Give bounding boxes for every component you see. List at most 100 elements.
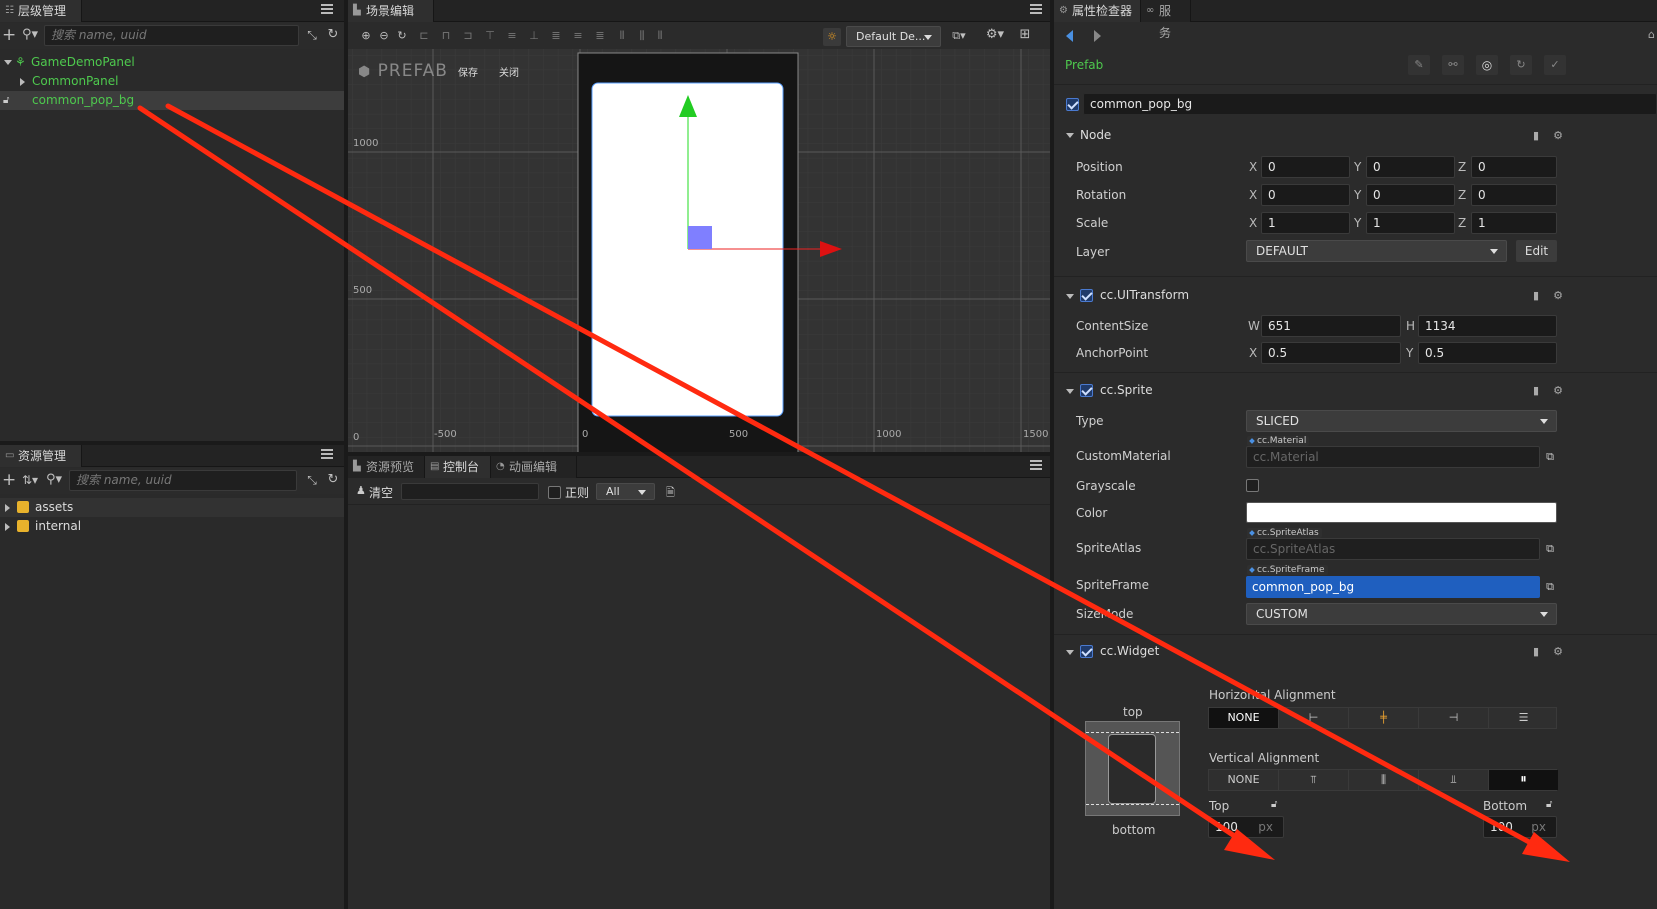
- uitransform-toggle-icon[interactable]: [1066, 294, 1074, 299]
- distribute-center-icon[interactable]: ⫼: [636, 29, 648, 43]
- distribute-left-icon[interactable]: ⫴: [616, 29, 628, 43]
- align-top-icon[interactable]: ⊤: [484, 29, 496, 43]
- v-align-none[interactable]: NONE: [1209, 770, 1279, 790]
- forward-icon[interactable]: [1094, 30, 1101, 42]
- top-margin-input[interactable]: 100 px: [1208, 816, 1284, 838]
- hierarchy-menu-icon[interactable]: [321, 4, 333, 16]
- align-right-icon[interactable]: ⊐: [462, 29, 474, 43]
- lighting-icon[interactable]: ☼: [823, 28, 841, 46]
- sprite-toggle-icon[interactable]: [1066, 389, 1074, 394]
- v-align-top-icon[interactable]: ⫪: [1279, 770, 1349, 790]
- v-align-bottom-icon[interactable]: ⫫: [1419, 770, 1489, 790]
- uitransform-enabled-checkbox[interactable]: [1080, 289, 1093, 302]
- bottom-lock-icon[interactable]: 🔓︎: [1546, 799, 1552, 810]
- tab-hierarchy[interactable]: ☷ 层级管理器: [0, 0, 82, 40]
- log-file-icon[interactable]: 🗎︎: [666, 484, 675, 503]
- uitransform-title[interactable]: cc.UITransform: [1100, 288, 1189, 302]
- tree-row-assets[interactable]: assets: [0, 498, 344, 517]
- asset-picker-icon[interactable]: ⧉: [1544, 451, 1556, 463]
- layer-edit-button[interactable]: Edit: [1516, 240, 1557, 262]
- tab-assets[interactable]: ▭ 资源管理器: [0, 445, 82, 485]
- camera-icon[interactable]: ⧉▾: [948, 29, 970, 43]
- widget-title[interactable]: cc.Widget: [1100, 644, 1159, 658]
- component-settings-icon[interactable]: ⚙: [1552, 130, 1564, 142]
- widget-toggle-icon[interactable]: [1066, 650, 1074, 655]
- node-section-title[interactable]: Node: [1080, 128, 1111, 142]
- assets-menu-icon[interactable]: [321, 449, 333, 461]
- settings-icon[interactable]: ⚙▾: [984, 28, 1006, 42]
- lock-icon[interactable]: 🔓︎: [3, 91, 9, 110]
- grayscale-checkbox[interactable]: [1246, 479, 1259, 492]
- tab-services[interactable]: ∞ 服务: [1141, 0, 1191, 40]
- scene-menu-icon[interactable]: [1030, 4, 1042, 16]
- collapse-arrow-icon[interactable]: [5, 504, 10, 512]
- camera-select[interactable]: Default De...: [846, 26, 941, 47]
- node-active-checkbox[interactable]: [1066, 98, 1079, 111]
- distribute-middle-icon[interactable]: ≡: [572, 29, 584, 43]
- help-book-icon[interactable]: ▮: [1530, 646, 1542, 658]
- prefab-apply-icon[interactable]: ✓: [1544, 55, 1566, 75]
- content-height-input[interactable]: 1134: [1418, 315, 1557, 337]
- align-left-icon[interactable]: ⊏: [418, 29, 430, 43]
- tab-scene[interactable]: ▙ 场景编辑器: [348, 0, 434, 40]
- log-level-select[interactable]: All: [596, 483, 655, 500]
- distribute-top-icon[interactable]: ≣: [550, 29, 562, 43]
- node-section-toggle-icon[interactable]: [1066, 133, 1074, 138]
- prefab-unlink-icon[interactable]: ⚯: [1442, 55, 1464, 75]
- refresh-icon[interactable]: ↻: [326, 28, 340, 42]
- rotation-z-input[interactable]: 0: [1471, 184, 1557, 206]
- sort-icon[interactable]: ⇅▾: [20, 473, 40, 487]
- pin-icon[interactable]: ⌂: [1648, 28, 1657, 41]
- zoom-out-icon[interactable]: ⊖: [378, 29, 390, 43]
- expand-arrow-icon[interactable]: [4, 60, 12, 65]
- tab-asset-preview[interactable]: ▙ 资源预览: [348, 456, 425, 478]
- size-mode-select[interactable]: CUSTOM: [1246, 603, 1557, 625]
- splitter-horizontal-center[interactable]: [348, 452, 1050, 456]
- component-settings-icon[interactable]: ⚙: [1552, 385, 1564, 397]
- color-swatch[interactable]: [1246, 502, 1557, 523]
- asset-picker-icon[interactable]: ⧉: [1544, 581, 1556, 593]
- help-book-icon[interactable]: ▮: [1530, 385, 1542, 397]
- scene-viewport[interactable]: ⬢ PREFAB 保存 关闭 1000 500 0 -500 0 500 100…: [348, 49, 1050, 452]
- v-align-middle-icon[interactable]: ⫼: [1349, 770, 1419, 790]
- rotation-x-input[interactable]: 0: [1261, 184, 1350, 206]
- sprite-title[interactable]: cc.Sprite: [1100, 383, 1153, 397]
- zoom-in-icon[interactable]: ⊕: [360, 29, 372, 43]
- console-menu-icon[interactable]: [1030, 460, 1042, 472]
- prefab-locate-icon[interactable]: ◎: [1476, 55, 1498, 75]
- top-lock-icon[interactable]: 🔓︎: [1271, 799, 1277, 810]
- widget-enabled-checkbox[interactable]: [1080, 645, 1093, 658]
- clear-button[interactable]: 清空: [369, 484, 393, 501]
- h-align-right-icon[interactable]: ⊣: [1419, 708, 1489, 728]
- add-asset-icon[interactable]: +: [2, 472, 16, 489]
- widget-preview[interactable]: [1085, 721, 1180, 816]
- tab-animation-editor[interactable]: ◔ 动画编辑器: [491, 456, 577, 496]
- splitter-horizontal-left[interactable]: [0, 441, 344, 445]
- search-type-icon[interactable]: ⚲▾: [44, 473, 64, 487]
- align-center-h-icon[interactable]: ⊓: [440, 29, 452, 43]
- position-x-input[interactable]: 0: [1261, 156, 1350, 178]
- sprite-atlas-field[interactable]: cc.SpriteAtlas: [1246, 538, 1540, 560]
- back-icon[interactable]: [1066, 30, 1073, 42]
- help-book-icon[interactable]: ▮: [1530, 290, 1542, 302]
- tree-row-gamedemopanel[interactable]: ⚘ GameDemoPanel: [0, 53, 344, 72]
- anchor-y-input[interactable]: 0.5: [1418, 342, 1557, 364]
- hierarchy-search-input[interactable]: 搜索 name, uuid: [44, 25, 299, 46]
- sprite-frame-field[interactable]: common_pop_bg: [1246, 576, 1540, 598]
- custom-material-field[interactable]: cc.Material: [1246, 446, 1540, 468]
- anchor-x-input[interactable]: 0.5: [1261, 342, 1401, 364]
- reset-view-icon[interactable]: ↻: [396, 29, 408, 43]
- distribute-right-icon[interactable]: ⫴: [654, 29, 666, 43]
- v-align-stretch-icon[interactable]: ⏸: [1489, 770, 1558, 790]
- close-prefab-button[interactable]: 关闭: [499, 64, 519, 79]
- refresh-icon[interactable]: ↻: [326, 473, 340, 487]
- tab-console[interactable]: ▤ 控制台: [425, 456, 491, 478]
- collapse-arrow-icon[interactable]: [5, 523, 10, 531]
- h-align-stretch-icon[interactable]: ☰: [1489, 708, 1558, 728]
- layout-icon[interactable]: ⊞: [1018, 28, 1032, 42]
- node-name-input[interactable]: common_pop_bg: [1083, 93, 1657, 115]
- save-prefab-button[interactable]: 保存: [458, 64, 478, 79]
- tree-row-internal[interactable]: internal: [0, 517, 344, 536]
- collapse-arrow-icon[interactable]: [20, 78, 25, 86]
- search-type-icon[interactable]: ⚲▾: [20, 28, 40, 42]
